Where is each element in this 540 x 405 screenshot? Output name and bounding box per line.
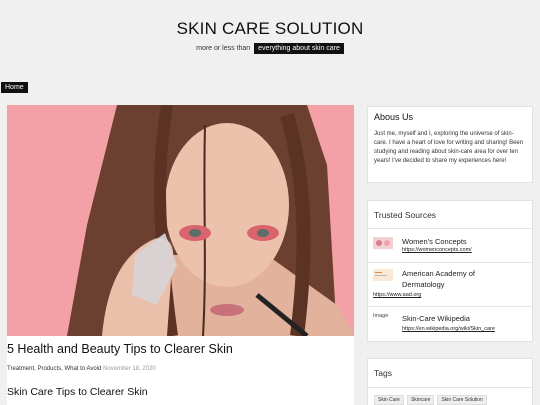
tag-link[interactable]: Skin Care xyxy=(374,395,404,405)
divider xyxy=(368,387,532,388)
tagline-prefix: more or less than xyxy=(196,45,251,52)
trusted-title: Trusted Sources xyxy=(374,210,437,220)
source-url[interactable]: https://en.wikipedia.org/wiki/Skin_care xyxy=(402,326,495,332)
divider xyxy=(368,306,532,307)
trusted-source-item: American Academy of Dermatology https://… xyxy=(373,268,529,302)
tags-title: Tags xyxy=(374,368,392,378)
source-name[interactable]: Women's Concepts xyxy=(402,236,467,247)
post-categories[interactable]: Treatment, Products, What to Avoid xyxy=(7,366,101,372)
site-header: SKIN CARE SOLUTION more or less than eve… xyxy=(0,0,540,78)
source-url[interactable]: https://www.aad.org xyxy=(373,292,421,298)
broken-image-placeholder[interactable]: Image xyxy=(373,313,397,325)
post-subheading: Skin Care Tips to Clearer Skin xyxy=(7,386,148,398)
source-name[interactable]: American Academy of Dermatology xyxy=(402,268,502,290)
post-title[interactable]: 5 Health and Beauty Tips to Clearer Skin xyxy=(7,342,233,356)
post-featured-image[interactable] xyxy=(7,105,354,336)
source-thumbnail[interactable] xyxy=(373,236,393,249)
divider xyxy=(368,228,532,229)
tagline-highlight: everything about skin care xyxy=(254,43,344,54)
tagline: more or less than everything about skin … xyxy=(0,43,540,54)
source-name[interactable]: Skin-Care Wikipedia xyxy=(402,313,470,324)
trusted-source-item: Image Skin-Care Wikipedia https://en.wik… xyxy=(373,313,529,337)
post-date: November 18, 2020 xyxy=(103,366,156,372)
nav-home-link[interactable]: Home xyxy=(1,82,28,93)
tags-widget: Tags Skin Care Skincare Skin Care Soluti… xyxy=(367,358,533,405)
source-thumbnail[interactable] xyxy=(373,268,393,281)
post-meta: Treatment, Products, What to Avoid Novem… xyxy=(7,366,156,372)
about-widget: Abous Us Just me, myself and I, explorin… xyxy=(367,106,533,183)
divider xyxy=(368,262,532,263)
source-url[interactable]: https://womenconcepts.com/ xyxy=(402,247,472,253)
site-title[interactable]: SKIN CARE SOLUTION xyxy=(0,19,540,39)
about-text: Just me, myself and I, exploring the uni… xyxy=(374,131,524,164)
post-card xyxy=(7,105,354,405)
about-title: Abous Us xyxy=(374,112,414,122)
trusted-source-item: Women's Concepts https://womenconcepts.c… xyxy=(373,236,529,258)
trusted-sources-widget: Trusted Sources Women's Concepts https:/… xyxy=(367,200,533,342)
tag-list: Skin Care Skincare Skin Care Solution xyxy=(374,395,487,405)
tag-link[interactable]: Skincare xyxy=(406,395,435,405)
tag-link[interactable]: Skin Care Solution xyxy=(437,395,487,405)
